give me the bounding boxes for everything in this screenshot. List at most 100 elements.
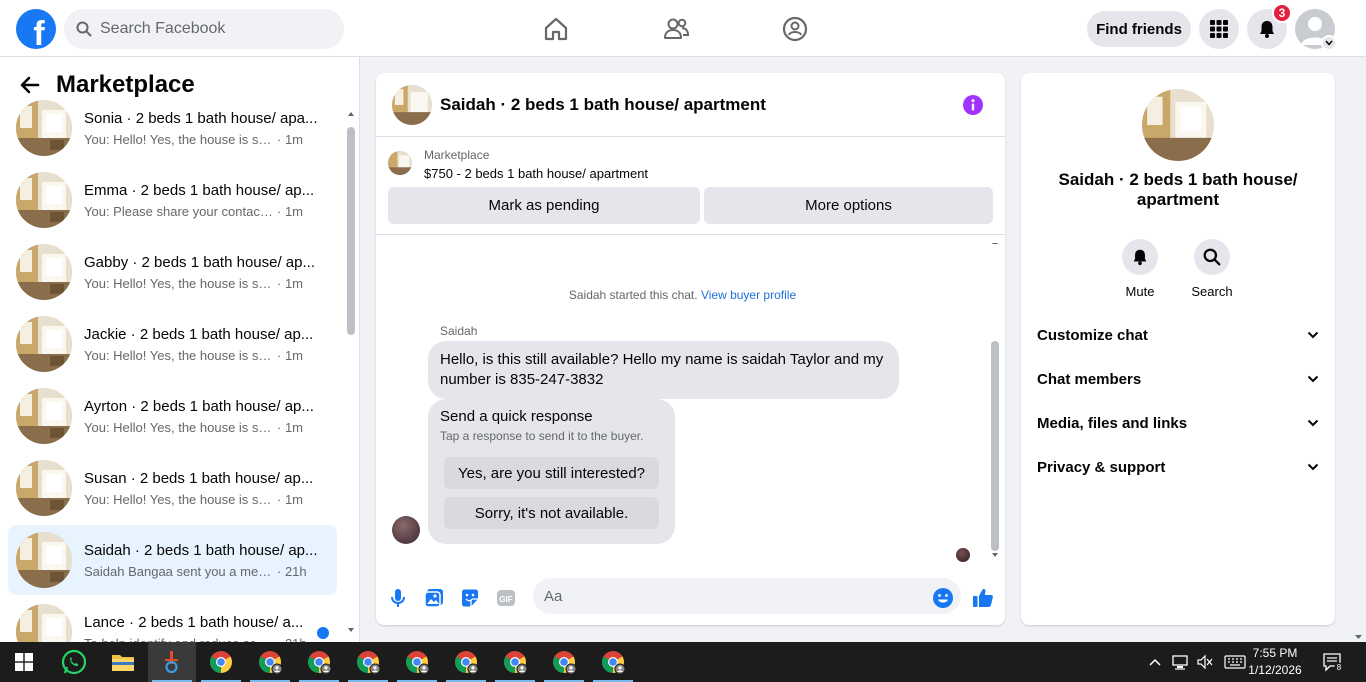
folder-icon [112, 655, 134, 671]
conversation-name: Jackie · 2 beds 1 bath house/ ap... [84, 325, 314, 343]
volume-muted-icon[interactable] [1196, 654, 1214, 670]
conversation-scrollbar[interactable] [345, 107, 357, 637]
conversation-text: Emma · 2 beds 1 bath house/ ap... You: Pl… [84, 182, 324, 219]
conversation-thumbnail [16, 316, 72, 372]
find-friends-button[interactable]: Find friends [1087, 11, 1191, 47]
customize-chat-section[interactable]: Customize chat [1037, 317, 1319, 353]
taskbar-chrome-window[interactable] [246, 642, 294, 682]
taskbar-chrome-window[interactable] [393, 642, 441, 682]
taskbar-chrome-window[interactable] [442, 642, 490, 682]
conversation-thumbnail [16, 172, 72, 228]
conversation-preview: You: Hello! Yes, the house is still av..… [84, 132, 324, 147]
start-button[interactable] [0, 642, 48, 682]
taskbar-chrome-window[interactable] [295, 642, 343, 682]
conversation-item[interactable]: Saidah · 2 beds 1 bath house/ ap... Saida… [8, 525, 337, 595]
chat-scrollbar[interactable] [989, 243, 1001, 563]
account-caret[interactable] [1321, 35, 1337, 51]
chevron-up-icon[interactable] [1148, 657, 1162, 667]
gif-icon[interactable]: GIF [495, 587, 517, 609]
friends-icon[interactable] [662, 15, 690, 43]
emoji-icon[interactable] [932, 587, 954, 609]
network-icon[interactable] [1172, 654, 1190, 670]
search-box[interactable] [64, 9, 344, 49]
conversation-item[interactable]: Ayrton · 2 beds 1 bath house/ ap... You: … [8, 381, 337, 451]
conversation-message: You: Hello! Yes, the house is still av..… [84, 419, 274, 435]
message-input[interactable] [544, 587, 914, 605]
system-clock[interactable]: 7:55 PM 1/12/2026 [1245, 645, 1305, 679]
search-action[interactable]: Search [1182, 239, 1242, 299]
unread-indicator [317, 627, 329, 639]
grid-menu-icon [1210, 20, 1228, 38]
windows-icon [15, 653, 33, 671]
mute-action[interactable]: Mute [1110, 239, 1170, 299]
media-files-links-section[interactable]: Media, files and links [1037, 405, 1319, 441]
taskbar-chrome-window[interactable] [344, 642, 392, 682]
message-input-box[interactable] [533, 578, 961, 614]
privacy-support-section[interactable]: Privacy & support [1037, 449, 1319, 485]
listing-price-title[interactable]: $750 - 2 beds 1 bath house/ apartment [424, 166, 648, 181]
notifications-icon: 8 [1323, 653, 1344, 672]
incoming-message-bubble[interactable]: Hello, is this still available? Hello my… [428, 341, 899, 399]
view-buyer-profile-link[interactable]: View buyer profile [701, 288, 796, 302]
quick-reply-sorry-button[interactable]: Sorry, it's not available. [444, 497, 659, 529]
chat-details-panel: Saidah · 2 beds 1 bath house/ apartment … [1021, 73, 1335, 625]
section-label: Privacy & support [1037, 458, 1166, 476]
info-icon[interactable] [963, 95, 983, 115]
conversation-message: You: Please share your contact nu... [84, 203, 274, 219]
conversation-item[interactable]: Jackie · 2 beds 1 bath house/ ap... You: … [8, 309, 337, 379]
taskbar-chrome-window[interactable] [491, 642, 539, 682]
thumbs-up-icon[interactable] [972, 587, 994, 609]
mark-as-pending-button[interactable]: Mark as pending [388, 187, 700, 224]
conversation-item[interactable]: Gabby · 2 beds 1 bath house/ ap... You: H… [8, 237, 337, 307]
conversation-thumbnail [16, 100, 72, 156]
microphone-icon[interactable] [387, 587, 409, 609]
page-scrollbar[interactable] [1351, 57, 1366, 642]
quick-reply-yes-button[interactable]: Yes, are you still interested? [444, 457, 659, 489]
more-options-button[interactable]: More options [704, 187, 993, 224]
conversation-avatar[interactable] [1142, 89, 1214, 161]
chrome-icon [504, 651, 528, 675]
conversation-name: Sonia · 2 beds 1 bath house/ apa... [84, 109, 318, 127]
taskbar-chrome-window[interactable] [589, 642, 637, 682]
message-composer: GIF [376, 575, 1005, 623]
sender-avatar[interactable] [392, 516, 420, 544]
conversation-time: · 21h [277, 563, 307, 579]
home-icon[interactable] [542, 15, 570, 43]
keyboard-icon[interactable] [1224, 655, 1246, 669]
facebook-logo[interactable]: f [16, 9, 56, 49]
conversation-item[interactable]: Susan · 2 beds 1 bath house/ ap... You: H… [8, 453, 337, 523]
taskbar-chrome-window[interactable] [540, 642, 588, 682]
conversation-name: Ayrton · 2 beds 1 bath house/ ap... [84, 397, 314, 415]
conversation-item[interactable]: Sonia · 2 beds 1 bath house/ apa... You: … [8, 93, 337, 163]
taskbar-whatsapp[interactable] [50, 642, 98, 682]
app-icon [165, 651, 178, 674]
taskbar-active-app[interactable] [148, 642, 196, 682]
menu-button[interactable] [1199, 9, 1239, 49]
back-arrow-icon[interactable] [20, 76, 40, 94]
chat-members-section[interactable]: Chat members [1037, 361, 1319, 397]
groups-icon[interactable] [781, 15, 809, 43]
chrome-icon [259, 651, 283, 675]
taskbar-chrome-window[interactable] [197, 642, 245, 682]
photo-icon[interactable] [423, 587, 445, 609]
bell-icon [1260, 21, 1274, 38]
conversation-time: · 1m [277, 275, 303, 291]
action-center-button[interactable]: 8 [1322, 652, 1344, 672]
conversation-text: Saidah · 2 beds 1 bath house/ ap... Saida… [84, 542, 324, 579]
search-input[interactable] [100, 20, 320, 38]
conversation-item[interactable]: Emma · 2 beds 1 bath house/ ap... You: Pl… [8, 165, 337, 235]
chevron-down-icon [1307, 375, 1319, 383]
chat-started-notice: Saidah started this chat. View buyer pro… [376, 288, 989, 302]
quick-response-subtitle: Tap a response to send it to the buyer. [440, 429, 644, 443]
taskbar-file-explorer[interactable] [99, 642, 147, 682]
sticker-icon[interactable] [459, 587, 481, 609]
listing-thumbnail[interactable] [392, 84, 432, 125]
chevron-down-icon [1307, 463, 1319, 471]
conversation-title: Saidah · 2 beds 1 bath house/ apartment [1058, 170, 1298, 209]
chat-panel: Saidah · 2 beds 1 bath house/ apartment … [376, 73, 1005, 625]
conversation-name: Lance · 2 beds 1 bath house/ a... [84, 613, 304, 631]
listing-small-thumbnail[interactable] [388, 151, 412, 175]
conversation-name: Susan · 2 beds 1 bath house/ ap... [84, 469, 314, 487]
conversation-name: Emma · 2 beds 1 bath house/ ap... [84, 181, 315, 199]
chat-title[interactable]: Saidah · 2 beds 1 bath house/ apartment [440, 95, 766, 115]
